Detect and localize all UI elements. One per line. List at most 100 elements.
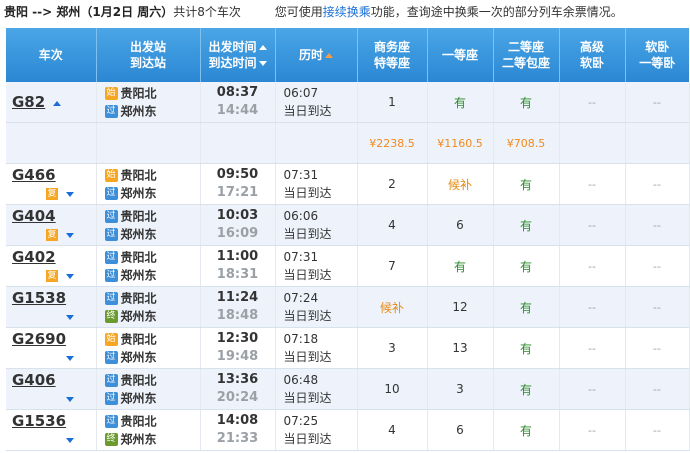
train-cell[interactable]: G406 <box>6 368 97 410</box>
train-cell[interactable]: G82 <box>6 82 97 123</box>
expand-arrow-icon[interactable] <box>66 191 74 197</box>
train-number-link[interactable]: G2690 <box>12 330 66 348</box>
station-type-icon: 过 <box>104 105 118 118</box>
seat-cell[interactable]: 有 <box>493 204 560 246</box>
arrival-time: 21:33 <box>216 431 259 446</box>
seat-cell[interactable]: 3 <box>427 368 494 410</box>
arrival-time: 14:44 <box>216 103 259 118</box>
seat-cell[interactable]: 12 <box>427 286 494 328</box>
seat-cell[interactable]: -- <box>625 368 690 410</box>
seat-cell[interactable]: 候补 <box>357 286 428 328</box>
seat-cell[interactable]: -- <box>625 163 690 205</box>
train-number-link[interactable]: G1536 <box>12 412 66 430</box>
seat-cell[interactable]: -- <box>559 204 626 246</box>
seat-cell[interactable]: -- <box>625 327 690 369</box>
seat-cell[interactable]: 4 <box>357 409 428 451</box>
seat-cell[interactable]: 1 <box>357 82 428 123</box>
seat-cell[interactable]: -- <box>559 245 626 287</box>
train-cell[interactable]: G1536 <box>6 409 97 451</box>
train-number-link[interactable]: G402 <box>12 248 56 266</box>
train-number-link[interactable]: G466 <box>12 166 56 184</box>
table-row[interactable]: G2690 始贵阳北过郑州东 12:30 19:48 07:18 当日到达 3 13 有 -- -- <box>6 327 690 369</box>
table-row[interactable]: G406 过贵阳北过郑州东 13:36 20:24 06:48 当日到达 10 3 有 -- -- <box>6 368 690 410</box>
station-cell: 始贵阳北过郑州东 <box>96 163 201 205</box>
collapse-arrow-icon[interactable] <box>53 100 62 106</box>
train-number-link[interactable]: G82 <box>12 93 45 111</box>
seat-cell[interactable]: -- <box>559 368 626 410</box>
seat-cell[interactable]: -- <box>559 327 626 369</box>
seat-cell[interactable]: 13 <box>427 327 494 369</box>
seat-cell[interactable]: -- <box>625 409 690 451</box>
seat-cell[interactable]: -- <box>625 82 690 123</box>
time-cell: 12:30 19:48 <box>200 327 276 369</box>
expand-arrow-icon[interactable] <box>66 396 74 402</box>
arrival-time: 18:48 <box>216 308 259 323</box>
train-cell[interactable]: G404 复 <box>6 204 97 246</box>
seat-cell[interactable]: 有 <box>493 82 560 123</box>
train-extra-line <box>12 349 96 367</box>
sort-down-icon[interactable] <box>258 61 267 66</box>
expand-arrow-icon[interactable] <box>66 437 74 443</box>
seat-cell[interactable]: 2 <box>357 163 428 205</box>
duration-cell: 07:31 当日到达 <box>275 163 358 205</box>
seat-cell[interactable]: 4 <box>357 204 428 246</box>
seat-cell[interactable]: 有 <box>493 368 560 410</box>
train-cell[interactable]: G402 复 <box>6 245 97 287</box>
seat-cell[interactable]: -- <box>559 82 626 123</box>
expand-arrow-icon[interactable] <box>66 355 74 361</box>
train-number-link[interactable]: G1538 <box>12 289 66 307</box>
departure-time: 09:50 <box>216 167 259 182</box>
seat-cell[interactable]: 6 <box>427 409 494 451</box>
departure-time: 13:36 <box>216 372 259 387</box>
seat-cell[interactable]: 10 <box>357 368 428 410</box>
table-row[interactable]: G402 复 过贵阳北过郑州东 11:00 18:31 07:31 当日到达 7 有 有 -- -- <box>6 245 690 287</box>
sort-up-icon[interactable] <box>258 45 267 50</box>
duration-value: 06:06 <box>283 209 319 223</box>
expand-arrow-icon[interactable] <box>66 314 74 320</box>
seat-availability: -- <box>653 219 661 232</box>
station-name: 贵阳北 <box>120 332 157 346</box>
station-cell: 过贵阳北过郑州东 <box>96 368 201 410</box>
seat-cell[interactable]: 有 <box>493 245 560 287</box>
seat-cell[interactable]: 有 <box>493 286 560 328</box>
seat-cell[interactable]: -- <box>625 286 690 328</box>
station-type-icon: 过 <box>104 228 118 241</box>
seat-cell[interactable]: 有 <box>493 327 560 369</box>
seat-cell[interactable]: -- <box>559 286 626 328</box>
train-cell[interactable]: G466 复 <box>6 163 97 205</box>
seat-availability: 1 <box>388 95 396 109</box>
train-number-link[interactable]: G406 <box>12 371 56 389</box>
arrival-time: 18:31 <box>216 267 259 282</box>
station-cell: 始贵阳北过郑州东 <box>96 327 201 369</box>
table-row[interactable]: G82 始贵阳北过郑州东 08:37 14:44 06:07 当日到达 1 有 有 -- -- <box>6 82 690 123</box>
seat-availability: -- <box>588 96 596 109</box>
col-duration[interactable]: 历时 <box>275 28 358 82</box>
seat-cell[interactable]: -- <box>559 163 626 205</box>
seat-cell[interactable]: 3 <box>357 327 428 369</box>
table-row[interactable]: G466 复 始贵阳北过郑州东 09:50 17:21 07:31 当日到达 2 候补 有 -- -- <box>6 163 690 205</box>
col-times[interactable]: 出发时间 到达时间 <box>200 28 276 82</box>
seat-cell[interactable]: -- <box>559 409 626 451</box>
transfer-link[interactable]: 接续换乘 <box>323 5 371 19</box>
table-row[interactable]: G1538 过贵阳北终郑州东 11:24 18:48 07:24 当日到达 候补 12 有 -- -… <box>6 286 690 328</box>
sort-duration-icon[interactable] <box>325 53 333 58</box>
train-cell[interactable]: G1538 <box>6 286 97 328</box>
duration-value: 07:25 <box>283 414 319 428</box>
seat-cell[interactable]: -- <box>625 245 690 287</box>
train-cell[interactable]: G2690 <box>6 327 97 369</box>
expand-arrow-icon[interactable] <box>66 273 74 279</box>
table-row[interactable]: G1536 过贵阳北终郑州东 14:08 21:33 07:25 当日到达 4 6 有 -- -- <box>6 409 690 451</box>
station-name: 贵阳北 <box>120 373 157 387</box>
seat-cell[interactable]: 有 <box>427 82 494 123</box>
station-name: 郑州东 <box>120 227 157 242</box>
table-row[interactable]: G404 复 过贵阳北过郑州东 10:03 16:09 06:06 当日到达 4 6 有 -- -- <box>6 204 690 246</box>
seat-cell[interactable]: 有 <box>493 409 560 451</box>
expand-arrow-icon[interactable] <box>66 232 74 238</box>
seat-cell[interactable]: 有 <box>427 245 494 287</box>
seat-cell[interactable]: 候补 <box>427 163 494 205</box>
train-number-link[interactable]: G404 <box>12 207 56 225</box>
seat-cell[interactable]: 7 <box>357 245 428 287</box>
seat-cell[interactable]: -- <box>625 204 690 246</box>
seat-cell[interactable]: 有 <box>493 163 560 205</box>
seat-cell[interactable]: 6 <box>427 204 494 246</box>
